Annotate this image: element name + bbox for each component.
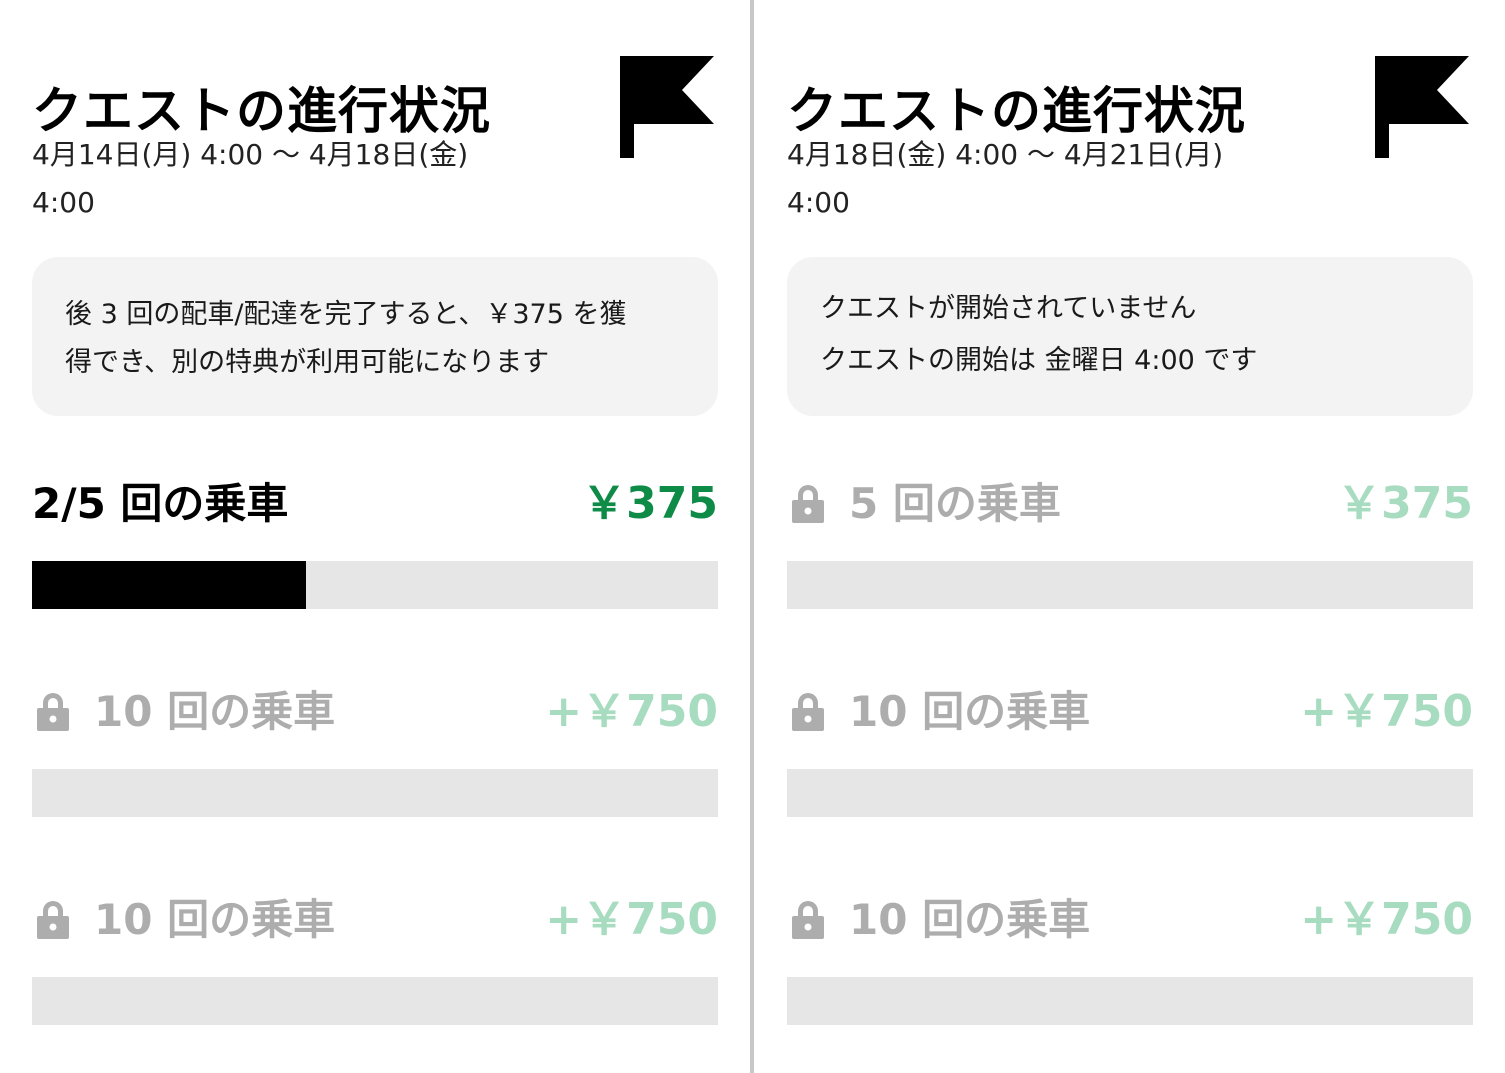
progress-bar xyxy=(32,769,718,817)
tier-label: 2/5 回の乗車 xyxy=(32,479,289,528)
tier-header: 2/5 回の乗車 ￥375 xyxy=(32,465,718,535)
tier-label: 10 回の乗車 xyxy=(849,687,1091,736)
lock-icon xyxy=(792,693,824,731)
quest-date-range: 4月18日(金) 4:00 〜 4月21日(月) 4:00 xyxy=(787,131,1287,227)
quest-status-notice: 後 3 回の配車/配達を完了すると、￥375 を獲 得でき、別の特典が利用可能に… xyxy=(32,257,718,416)
tier-reward: ￥375 xyxy=(582,478,718,529)
date-range-line: 4月18日(金) 4:00 〜 4月21日(月) xyxy=(787,138,1224,171)
date-range-time: 4:00 xyxy=(787,186,850,219)
lock-icon xyxy=(37,693,69,731)
progress-bar xyxy=(787,769,1473,817)
quest-tier: 10 回の乗車 +￥750 xyxy=(32,881,718,1031)
flag-icon xyxy=(620,56,714,158)
lock-icon xyxy=(792,485,824,523)
quest-panel-upcoming: クエストの進行状況 4月18日(金) 4:00 〜 4月21日(月) 4:00 … xyxy=(787,0,1473,1073)
tier-label: 10 回の乗車 xyxy=(94,895,336,944)
tier-label: 10 回の乗車 xyxy=(849,895,1091,944)
quest-panel-current: クエストの進行状況 4月14日(月) 4:00 〜 4月18日(金) 4:00 … xyxy=(32,0,718,1073)
lock-icon xyxy=(37,901,69,939)
tier-label: 5 回の乗車 xyxy=(849,479,1061,528)
tier-reward: +￥750 xyxy=(1300,686,1473,737)
date-range-time: 4:00 xyxy=(32,186,95,219)
notice-text-line: 得でき、別の特典が利用可能になります xyxy=(65,347,550,378)
progress-bar xyxy=(32,977,718,1025)
panel-divider xyxy=(750,0,754,1073)
notice-text-line: クエストの開始は 金曜日 4:00 です xyxy=(820,345,1258,376)
quest-tier: 2/5 回の乗車 ￥375 xyxy=(32,465,718,615)
date-range-line: 4月14日(月) 4:00 〜 4月18日(金) xyxy=(32,138,469,171)
tier-header: 5 回の乗車 ￥375 xyxy=(787,465,1473,535)
tier-label: 10 回の乗車 xyxy=(94,687,336,736)
quest-tier: 10 回の乗車 +￥750 xyxy=(32,673,718,823)
tier-header: 10 回の乗車 +￥750 xyxy=(32,881,718,951)
tier-header: 10 回の乗車 +￥750 xyxy=(787,881,1473,951)
quest-status-notice: クエストが開始されていません クエストの開始は 金曜日 4:00 です xyxy=(787,257,1473,416)
notice-text-line: 後 3 回の配車/配達を完了すると、￥375 を獲 xyxy=(65,299,627,330)
quest-tier: 5 回の乗車 ￥375 xyxy=(787,465,1473,615)
quest-tier: 10 回の乗車 +￥750 xyxy=(787,673,1473,823)
tier-reward: +￥750 xyxy=(545,686,718,737)
tier-header: 10 回の乗車 +￥750 xyxy=(32,673,718,743)
notice-text-line: クエストが開始されていません xyxy=(820,293,1197,324)
tier-reward: +￥750 xyxy=(1300,894,1473,945)
quest-tier: 10 回の乗車 +￥750 xyxy=(787,881,1473,1031)
flag-icon xyxy=(1375,56,1469,158)
tier-reward: +￥750 xyxy=(545,894,718,945)
lock-icon xyxy=(792,901,824,939)
quest-progress-comparison: クエストの進行状況 4月14日(月) 4:00 〜 4月18日(金) 4:00 … xyxy=(0,0,1505,1073)
quest-date-range: 4月14日(月) 4:00 〜 4月18日(金) 4:00 xyxy=(32,131,532,227)
tier-reward: ￥375 xyxy=(1337,478,1473,529)
progress-bar-fill xyxy=(32,561,307,609)
progress-bar xyxy=(787,561,1473,609)
progress-bar xyxy=(32,561,718,609)
tier-header: 10 回の乗車 +￥750 xyxy=(787,673,1473,743)
progress-bar xyxy=(787,977,1473,1025)
